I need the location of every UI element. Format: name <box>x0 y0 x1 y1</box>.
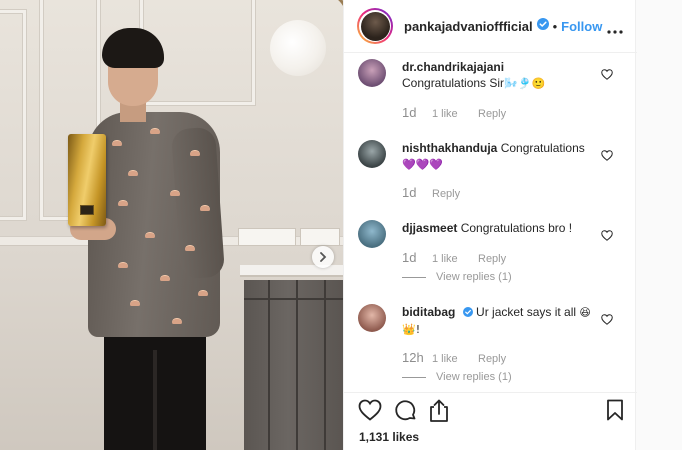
comment-emoji: 👑! <box>402 323 421 336</box>
view-replies-button[interactable]: View replies (1) <box>402 371 512 383</box>
jacket-motif <box>198 290 208 296</box>
post-photo[interactable] <box>0 0 343 450</box>
comment-username[interactable]: djjasmeet <box>402 221 457 235</box>
jacket-motif <box>160 275 170 281</box>
jacket-motif <box>118 200 128 206</box>
reply-button[interactable]: Reply <box>478 108 506 120</box>
post-header: pankajadvanioffficial • Follow <box>344 0 637 53</box>
share-icon[interactable] <box>428 399 450 428</box>
heart-icon[interactable] <box>601 148 613 166</box>
comment-text: nishthakhanduja Congratulations 💜💜💜 <box>402 140 602 173</box>
comment-username[interactable]: dr.chandrikajajani <box>402 60 504 74</box>
comment-emoji: 🌬️🎐🙂 <box>504 77 546 90</box>
trousers <box>104 330 206 450</box>
jacket-motif <box>150 128 160 134</box>
divider <box>402 376 426 378</box>
comment-age[interactable]: 12h <box>402 350 432 365</box>
post-username[interactable]: pankajadvanioffficial <box>404 19 533 34</box>
avatar[interactable] <box>358 140 386 168</box>
jacket-motif <box>172 318 182 324</box>
comment-age[interactable]: 1d <box>402 105 432 120</box>
comment-message: Congratulations <box>500 141 585 155</box>
trophy-plaque <box>80 205 94 215</box>
comment-emoji: 😆 <box>579 306 591 319</box>
view-replies-button[interactable]: View replies (1) <box>402 271 512 283</box>
jacket-motif <box>130 300 140 306</box>
comment-username[interactable]: nishthakhanduja <box>402 141 497 155</box>
chevron-right-icon[interactable] <box>312 246 334 268</box>
comment-text: djjasmeet Congratulations bro ! <box>402 220 602 236</box>
jacket-motif <box>128 170 138 176</box>
follow-button[interactable]: Follow <box>561 19 602 34</box>
hair <box>102 28 164 68</box>
comment-icon[interactable] <box>394 399 418 428</box>
bookmark-icon[interactable] <box>606 399 624 426</box>
jacket-motif <box>145 232 155 238</box>
comment-meta: 1d 1 like Reply <box>402 105 506 120</box>
reply-button[interactable]: Reply <box>432 188 460 200</box>
comment-meta: 1d 1 like Reply <box>402 250 506 265</box>
comment-message: Congratulations bro ! <box>460 221 573 235</box>
comment-meta: 1d Reply <box>402 185 460 200</box>
comment-age[interactable]: 1d <box>402 185 432 200</box>
heart-icon[interactable] <box>601 67 613 85</box>
comment-list[interactable]: dr.chandrikajajani Congratulations Sir🌬️… <box>344 54 637 392</box>
comment-text: biditabag Ur jacket says it all 😆 👑! <box>402 304 602 338</box>
heart-icon[interactable] <box>601 312 613 330</box>
comment-text: dr.chandrikajajani Congratulations Sir🌬️… <box>402 59 602 92</box>
comment-meta: 12h 1 like Reply <box>402 350 506 365</box>
person <box>0 0 343 450</box>
view-replies-label: View replies (1) <box>436 371 512 383</box>
comment-likes[interactable]: 1 like <box>432 108 478 120</box>
likes-count[interactable]: 1,131 likes <box>359 430 419 444</box>
verified-badge-icon <box>536 17 549 35</box>
comment-message: Ur jacket says it all <box>476 305 577 319</box>
heart-icon[interactable] <box>358 399 382 426</box>
comment-likes[interactable]: 1 like <box>432 253 478 265</box>
jacket-motif <box>112 140 122 146</box>
separator-dot: • <box>552 18 558 34</box>
comment-username[interactable]: biditabag <box>402 305 455 319</box>
jacket-motif <box>190 150 200 156</box>
verified-badge-icon <box>462 305 473 321</box>
comment-message: Congratulations Sir <box>402 76 505 90</box>
jacket-motif <box>170 190 180 196</box>
avatar[interactable] <box>357 8 393 44</box>
reply-button[interactable]: Reply <box>478 353 506 365</box>
avatar[interactable] <box>358 59 386 87</box>
jacket-motif <box>118 262 128 268</box>
comment-emoji: 💜💜💜 <box>402 158 444 171</box>
jacket-motif <box>200 205 210 211</box>
action-bar: 1,131 likes <box>344 392 637 450</box>
post-sidebar: pankajadvanioffficial • Follow dr.chandr… <box>343 0 637 450</box>
comment-age[interactable]: 1d <box>402 250 432 265</box>
view-replies-label: View replies (1) <box>436 271 512 283</box>
reply-button[interactable]: Reply <box>478 253 506 265</box>
page-gutter <box>637 0 682 450</box>
avatar[interactable] <box>358 220 386 248</box>
heart-icon[interactable] <box>601 228 613 246</box>
more-options-icon[interactable] <box>607 21 623 39</box>
avatar[interactable] <box>358 304 386 332</box>
jacket-motif <box>185 245 195 251</box>
comment-likes[interactable]: 1 like <box>432 353 478 365</box>
divider <box>402 276 426 278</box>
